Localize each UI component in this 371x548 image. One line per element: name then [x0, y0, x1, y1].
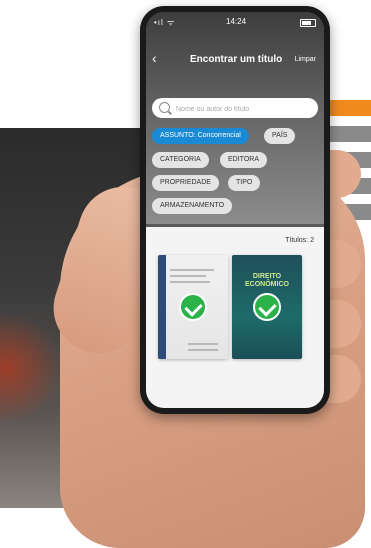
- navigation-bar: ‹ Encontrar um título Limpar: [146, 50, 324, 68]
- filter-chip-assunto[interactable]: ASSUNTO: Concorrencial: [152, 128, 249, 144]
- search-input[interactable]: [174, 101, 316, 117]
- search-bar[interactable]: [152, 98, 318, 118]
- check-icon: [179, 293, 207, 321]
- results-count-value: 2: [310, 237, 314, 244]
- filter-chip-categoria[interactable]: CATEGORIA: [152, 152, 209, 168]
- cover-text-line: [170, 275, 206, 277]
- battery-icon: [300, 19, 316, 27]
- phone-screen: •ıl ᯤ 14:24 ‹ Encontrar um título Limpar…: [146, 12, 324, 408]
- cover-text-line: [170, 281, 210, 283]
- results-panel: Títulos: 2 DIREITO ECONÔMICO: [146, 227, 324, 408]
- status-time: 14:24: [226, 17, 247, 26]
- filter-chip-editora[interactable]: EDITORA: [220, 152, 267, 168]
- results-count-label: Títulos:: [285, 237, 309, 244]
- clear-button[interactable]: Limpar: [295, 56, 316, 63]
- book-card[interactable]: [158, 255, 228, 359]
- book-cover-title: DIREITO ECONÔMICO: [245, 273, 289, 288]
- status-bar: •ıl ᯤ 14:24: [154, 17, 316, 29]
- phone: •ıl ᯤ 14:24 ‹ Encontrar um título Limpar…: [140, 6, 330, 414]
- results-count: Títulos: 2: [283, 237, 314, 244]
- cover-text-line: [188, 349, 218, 351]
- chevron-left-icon[interactable]: ‹: [152, 50, 157, 66]
- check-icon: [253, 293, 281, 321]
- cover-text-line: [170, 269, 214, 271]
- filter-chip-pais[interactable]: PAÍS: [264, 128, 296, 144]
- filter-chip-tipo[interactable]: TIPO: [228, 175, 261, 191]
- book-card[interactable]: DIREITO ECONÔMICO: [232, 255, 302, 359]
- cover-text-line: [188, 343, 218, 345]
- filter-chip-armazenamento[interactable]: ARMAZENAMENTO: [152, 198, 233, 214]
- background-tint: [0, 308, 60, 428]
- book-spine: [158, 255, 166, 359]
- search-icon: [159, 102, 170, 113]
- page-title: Encontrar um título: [190, 54, 283, 65]
- filter-chip-propriedade[interactable]: PROPRIEDADE: [152, 175, 219, 191]
- header: •ıl ᯤ 14:24 ‹ Encontrar um título Limpar…: [146, 12, 324, 224]
- signal-icon: •ıl ᯤ: [154, 18, 176, 27]
